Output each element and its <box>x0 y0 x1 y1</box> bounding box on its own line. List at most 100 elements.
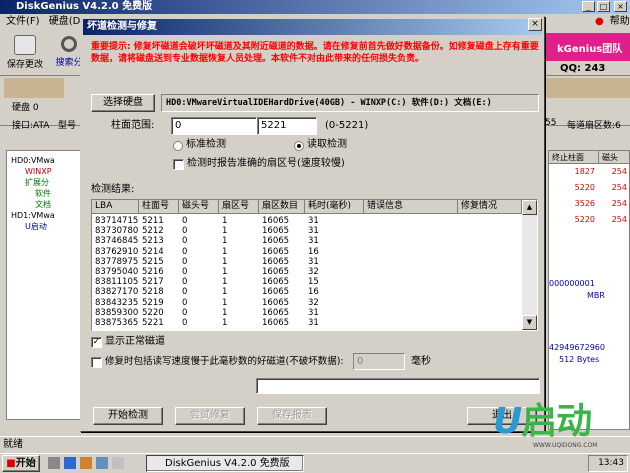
table-row[interactable]: 83811105 5217 0 1 16065 15 <box>92 277 522 287</box>
tree-item-hd1[interactable]: HD1:VMwa <box>7 210 83 221</box>
partition-row[interactable]: 3526 254 <box>549 196 629 212</box>
maximize-button[interactable]: □ <box>597 1 610 12</box>
partition-row[interactable]: 5220 254 <box>549 212 629 228</box>
info-value: 000000001 <box>549 279 595 288</box>
table-cell: 16 <box>308 246 319 257</box>
table-cell: 83714715 <box>95 216 139 226</box>
logo-text: U启动 <box>493 401 592 442</box>
disk-image <box>4 78 64 98</box>
table-cell: 5211 <box>142 216 164 226</box>
quicklaunch-icon[interactable] <box>64 457 76 469</box>
clock: 13:43 <box>588 455 628 472</box>
taskbar-diskgenius[interactable]: DiskGenius V4.2.0 免费版 <box>146 455 304 472</box>
repair-ms-input[interactable]: 0 <box>353 353 405 370</box>
result-scrollbar[interactable]: ▲ ▼ <box>522 200 537 330</box>
cylinder-from-input[interactable]: 0 <box>171 117 257 135</box>
table-cell: 31 <box>308 307 319 318</box>
table-cell: 1 <box>222 226 228 237</box>
tree-item-hd0[interactable]: HD0:VMwa <box>7 155 83 166</box>
table-cell: 83795040 <box>95 267 139 277</box>
menu-disk[interactable]: 硬盘(D) <box>49 16 85 27</box>
col-sector[interactable]: 扇区号 <box>219 200 259 214</box>
table-cell: 31 <box>308 236 319 247</box>
menu-file[interactable]: 文件(F) <box>6 16 40 27</box>
ms-unit-label: 毫秒 <box>411 356 431 367</box>
table-cell: 5217 <box>142 277 164 288</box>
info-value: 512 Bytes <box>559 355 600 364</box>
col-error[interactable]: 错误信息 <box>364 200 458 214</box>
head-value: 254 <box>611 199 627 208</box>
app-title: DiskGenius V4.2.0 免费版 <box>16 1 153 12</box>
table-cell: 5214 <box>142 246 164 257</box>
read-check-radio[interactable] <box>294 141 304 151</box>
scroll-up-icon[interactable]: ▲ <box>522 200 537 215</box>
head-value: 254 <box>611 183 627 192</box>
select-disk-button[interactable]: 选择硬盘 <box>91 94 155 112</box>
table-row[interactable]: 83859300 5220 0 1 16065 31 <box>92 308 522 318</box>
table-cell: 16065 <box>262 226 290 237</box>
table-cell: 1 <box>222 297 228 308</box>
tree-item-docs[interactable]: 文档 <box>7 199 83 210</box>
col-cylinder[interactable]: 柱面号 <box>139 200 179 214</box>
help-label: 帮助 <box>609 16 630 27</box>
table-cell: 15 <box>308 277 319 288</box>
table-row[interactable]: 83746845 5213 0 1 16065 31 <box>92 236 522 246</box>
table-cell: 32 <box>308 267 319 277</box>
table-cell: 1 <box>222 318 228 328</box>
start-check-button[interactable]: 开始检测 <box>93 407 163 425</box>
table-row[interactable]: 83795040 5216 0 1 16065 32 <box>92 267 522 277</box>
partition-row[interactable]: 5220 254 <box>549 180 629 196</box>
partition-row[interactable]: 1827 254 <box>549 164 629 180</box>
show-normal-checkbox[interactable]: ✓ <box>91 337 102 348</box>
close-button[interactable]: × <box>614 1 627 12</box>
table-cell: 0 <box>182 256 188 267</box>
minimize-button[interactable]: _ <box>582 1 595 12</box>
col-time[interactable]: 耗时(毫秒) <box>305 200 364 214</box>
tree-item-software[interactable]: 软件 <box>7 188 83 199</box>
quicklaunch-icon[interactable] <box>112 457 124 469</box>
tree-item-extended[interactable]: 扩展分 <box>7 177 83 188</box>
tree-item-uqidong[interactable]: U启动 <box>7 221 83 232</box>
col-sector-count[interactable]: 扇区数目 <box>259 200 305 214</box>
sectors-per-track-label: 每道扇区数:6 <box>567 121 621 131</box>
save-report-button[interactable]: 保存报表 <box>257 407 327 425</box>
table-cell: 16065 <box>262 307 290 318</box>
standard-check-radio[interactable] <box>173 141 183 151</box>
scroll-down-icon[interactable]: ▼ <box>522 315 537 330</box>
accurate-sector-checkbox[interactable] <box>173 159 184 170</box>
table-cell: 16065 <box>262 267 290 277</box>
table-row[interactable]: 83875365 5221 0 1 16065 31 <box>92 318 522 328</box>
col-lba[interactable]: LBA <box>92 200 139 214</box>
table-cell: 83746845 <box>95 236 139 247</box>
dialog-close-button[interactable]: × <box>528 18 542 31</box>
table-row[interactable]: 83778975 5215 0 1 16065 31 <box>92 257 522 267</box>
table-cell: 1 <box>222 216 228 226</box>
table-cell: 0 <box>182 226 188 237</box>
table-cell: 16065 <box>262 256 290 267</box>
table-row[interactable]: 83843235 5219 0 1 16065 32 <box>92 298 522 308</box>
col-head[interactable]: 磁头号 <box>179 200 219 214</box>
save-icon <box>14 35 36 55</box>
repair-slow-checkbox[interactable] <box>91 357 102 368</box>
quicklaunch-icon[interactable] <box>96 457 108 469</box>
table-row[interactable]: 83714715 5211 0 1 16065 31 <box>92 216 522 226</box>
interface-label: 接口:ATA <box>12 121 50 131</box>
partition-table-header: 终止柱面 磁头 <box>549 151 629 164</box>
save-changes-label: 保存更改 <box>6 60 43 70</box>
table-row[interactable]: 83730780 5212 0 1 16065 31 <box>92 226 522 236</box>
menu-help[interactable]: ● 帮助 <box>589 14 630 30</box>
search-icon <box>61 36 77 52</box>
end-cyl-value: 5220 <box>574 215 595 224</box>
tree-item-winxp[interactable]: WINXP <box>7 166 83 177</box>
col-repair[interactable]: 修复情况 <box>458 200 522 214</box>
quicklaunch-icon[interactable] <box>80 457 92 469</box>
try-repair-button[interactable]: 尝试修复 <box>175 407 245 425</box>
result-table: LBA 柱面号 磁头号 扇区号 扇区数目 耗时(毫秒) 错误信息 修复情况 83… <box>91 199 538 331</box>
table-row[interactable]: 83762910 5214 0 1 16065 16 <box>92 247 522 257</box>
table-cell: 16065 <box>262 277 290 288</box>
start-button[interactable]: ■开始 <box>2 455 40 472</box>
save-changes-tool[interactable]: 保存更改 <box>4 33 46 73</box>
table-row[interactable]: 83827170 5218 0 1 16065 16 <box>92 287 522 297</box>
quicklaunch-icon[interactable] <box>48 457 60 469</box>
cylinder-to-input[interactable]: 5221 <box>257 117 317 135</box>
